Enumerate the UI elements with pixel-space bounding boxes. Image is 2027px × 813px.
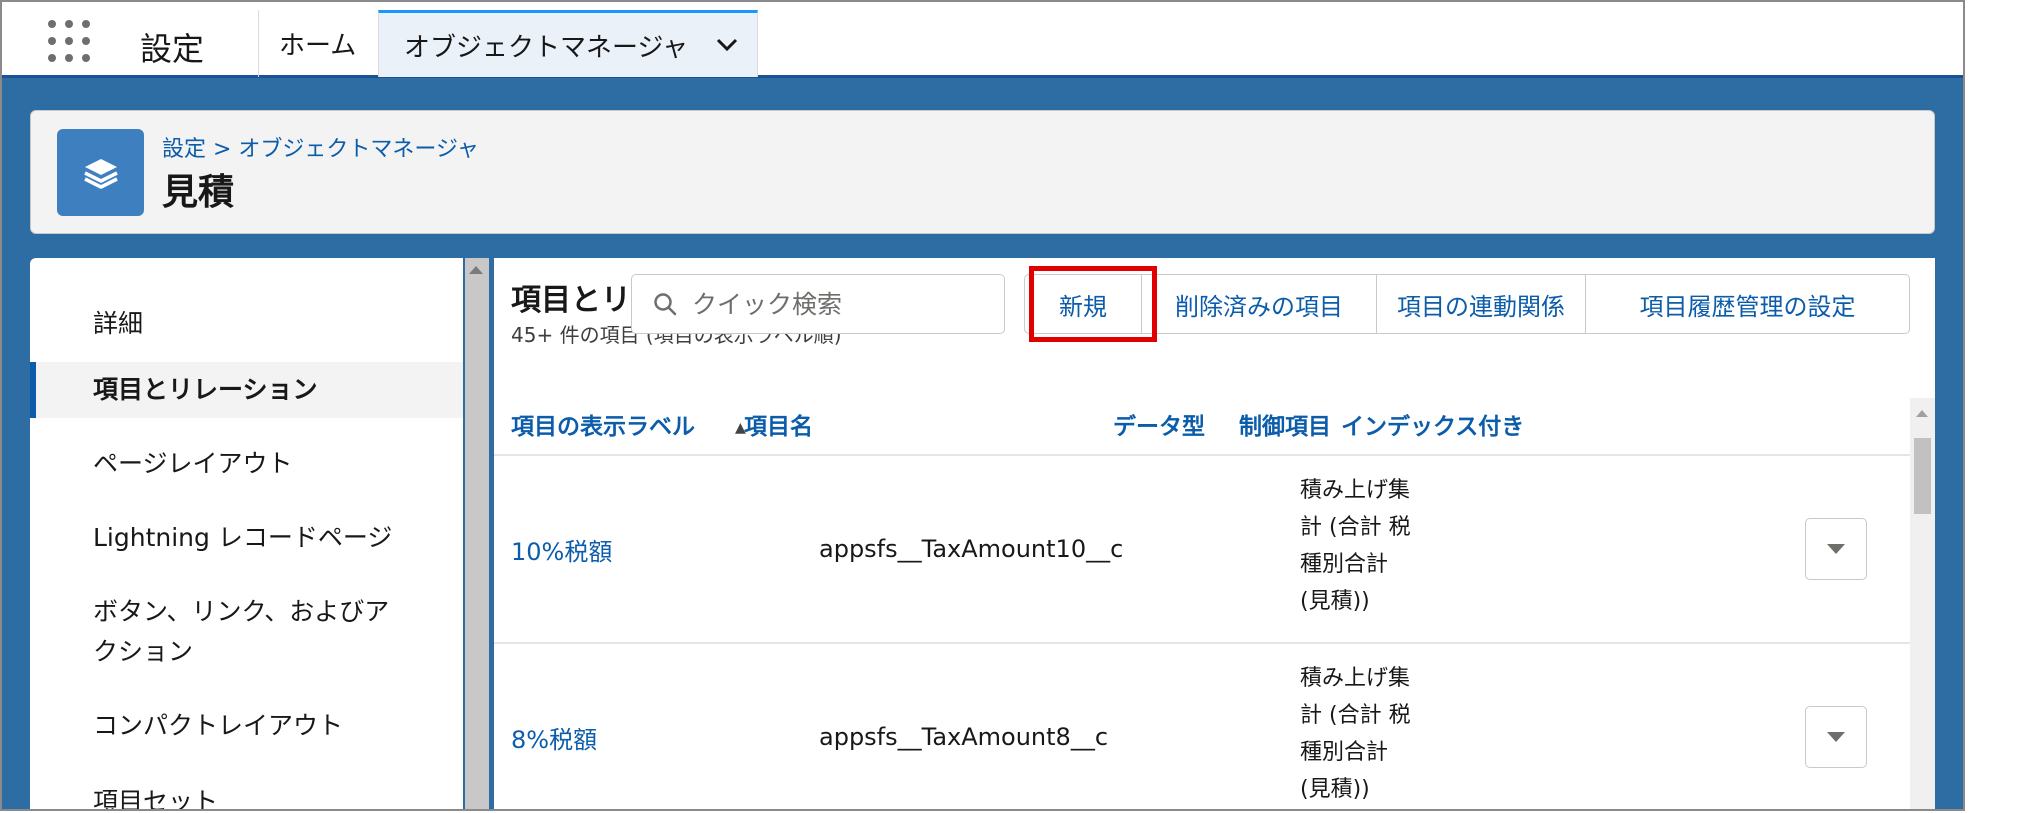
column-header-field-name[interactable]: 項目名	[744, 398, 813, 456]
field-label-link[interactable]: 10%税額	[511, 456, 612, 642]
data-type-line: 計 (合計 税	[1300, 703, 1411, 728]
field-data-type: 積み上げ集 計 (合計 税 種別合計 (見積))	[1300, 660, 1430, 808]
table-row: 8%税額 appsfs__TaxAmount8__c 積み上げ集 計 (合計 税…	[494, 644, 1910, 809]
table-row: 10%税額 appsfs__TaxAmount10__c 積み上げ集 計 (合計…	[494, 456, 1910, 644]
search-icon	[654, 293, 677, 316]
annotation-highlight-box	[1029, 266, 1157, 342]
sidebar-item-buttons-links-actions[interactable]: ボタン、リンク、およびア	[30, 592, 463, 632]
search-input[interactable]	[692, 289, 972, 319]
breadcrumb[interactable]: 設定 > オブジェクトマネージャ	[162, 131, 479, 163]
data-type-line: 種別合計	[1300, 552, 1389, 577]
deleted-fields-button[interactable]: 削除済みの項目	[1141, 274, 1377, 334]
fields-panel: 項目とリ 45+ 件の項目 (項目の表示ラベル順) 新規 削除済みの項目 項目の…	[494, 258, 1935, 809]
field-data-type: 積み上げ集 計 (合計 税 種別合計 (見積))	[1300, 472, 1430, 620]
scroll-up-arrow-icon[interactable]	[469, 266, 483, 274]
data-type-line: 計 (合計 税	[1300, 515, 1411, 540]
tab-home[interactable]: ホーム	[258, 10, 378, 77]
scrollbar-thumb[interactable]	[1914, 438, 1931, 514]
field-history-settings-button[interactable]: 項目履歴管理の設定	[1585, 274, 1910, 334]
row-actions-button[interactable]	[1805, 518, 1867, 580]
caret-down-icon	[1827, 544, 1845, 554]
app-window: 設定 ホーム オブジェクトマネージャ 設定 > オブジェクトマネージャ 見積 詳…	[0, 0, 1965, 811]
field-api-name: appsfs__TaxAmount8__c	[819, 723, 1109, 751]
data-type-line: 種別合計	[1300, 740, 1389, 765]
sidebar-item-page-layouts[interactable]: ページレイアウト	[30, 444, 463, 484]
column-header-indexed[interactable]: インデックス付き	[1341, 398, 1524, 456]
sidebar-item-field-sets[interactable]: 項目セット	[30, 782, 463, 809]
sidebar-item-compact-layouts[interactable]: コンパクトレイアウト	[30, 706, 463, 746]
page-title: 見積	[162, 172, 235, 213]
column-header-controlling-field[interactable]: 制御項目	[1239, 398, 1331, 456]
caret-down-icon	[1827, 732, 1845, 742]
table-scrollbar[interactable]	[1910, 398, 1935, 809]
sidebar-item-buttons-links-actions-cont[interactable]: クション	[30, 632, 463, 672]
layers-icon	[57, 129, 144, 216]
app-launcher-icon[interactable]	[48, 20, 90, 62]
column-header-field-label[interactable]: 項目の表示ラベル ▲	[511, 398, 746, 457]
sidebar-item-details[interactable]: 詳細	[30, 304, 463, 344]
data-type-line: 積み上げ集	[1300, 478, 1411, 503]
chevron-down-icon[interactable]	[716, 38, 738, 52]
column-header-field-label-text: 項目の表示ラベル	[511, 414, 695, 440]
data-type-line: 積み上げ集	[1300, 666, 1411, 691]
object-sidebar: 詳細 項目とリレーション ページレイアウト Lightning レコードページ …	[30, 258, 463, 809]
table-header: 項目の表示ラベル ▲ 項目名 データ型 制御項目 インデックス付き	[494, 398, 1910, 456]
row-actions-button[interactable]	[1805, 706, 1867, 768]
tab-object-manager[interactable]: オブジェクトマネージャ	[378, 10, 758, 77]
field-dependencies-button[interactable]: 項目の連動関係	[1376, 274, 1586, 334]
section-title: 項目とリ	[511, 283, 631, 318]
scroll-up-arrow-icon[interactable]	[1916, 410, 1928, 417]
data-type-line: (見積))	[1300, 589, 1370, 614]
app-name: 設定	[140, 30, 205, 68]
sidebar-item-lightning-record-pages[interactable]: Lightning レコードページ	[30, 518, 463, 558]
sidebar-scrollbar[interactable]	[465, 258, 489, 809]
data-type-line: (見積))	[1300, 777, 1370, 802]
field-api-name: appsfs__TaxAmount10__c	[819, 535, 1124, 563]
sidebar-item-fields-relationships[interactable]: 項目とリレーション	[30, 362, 463, 418]
tab-object-manager-label: オブジェクトマネージャ	[404, 32, 689, 63]
quick-search[interactable]	[631, 274, 1005, 334]
column-header-data-type[interactable]: データ型	[1113, 398, 1205, 456]
global-nav: 設定 ホーム オブジェクトマネージャ	[2, 2, 1963, 78]
object-header: 設定 > オブジェクトマネージャ 見積	[30, 110, 1935, 234]
tab-home-label: ホーム	[279, 31, 357, 61]
field-label-link[interactable]: 8%税額	[511, 644, 597, 809]
